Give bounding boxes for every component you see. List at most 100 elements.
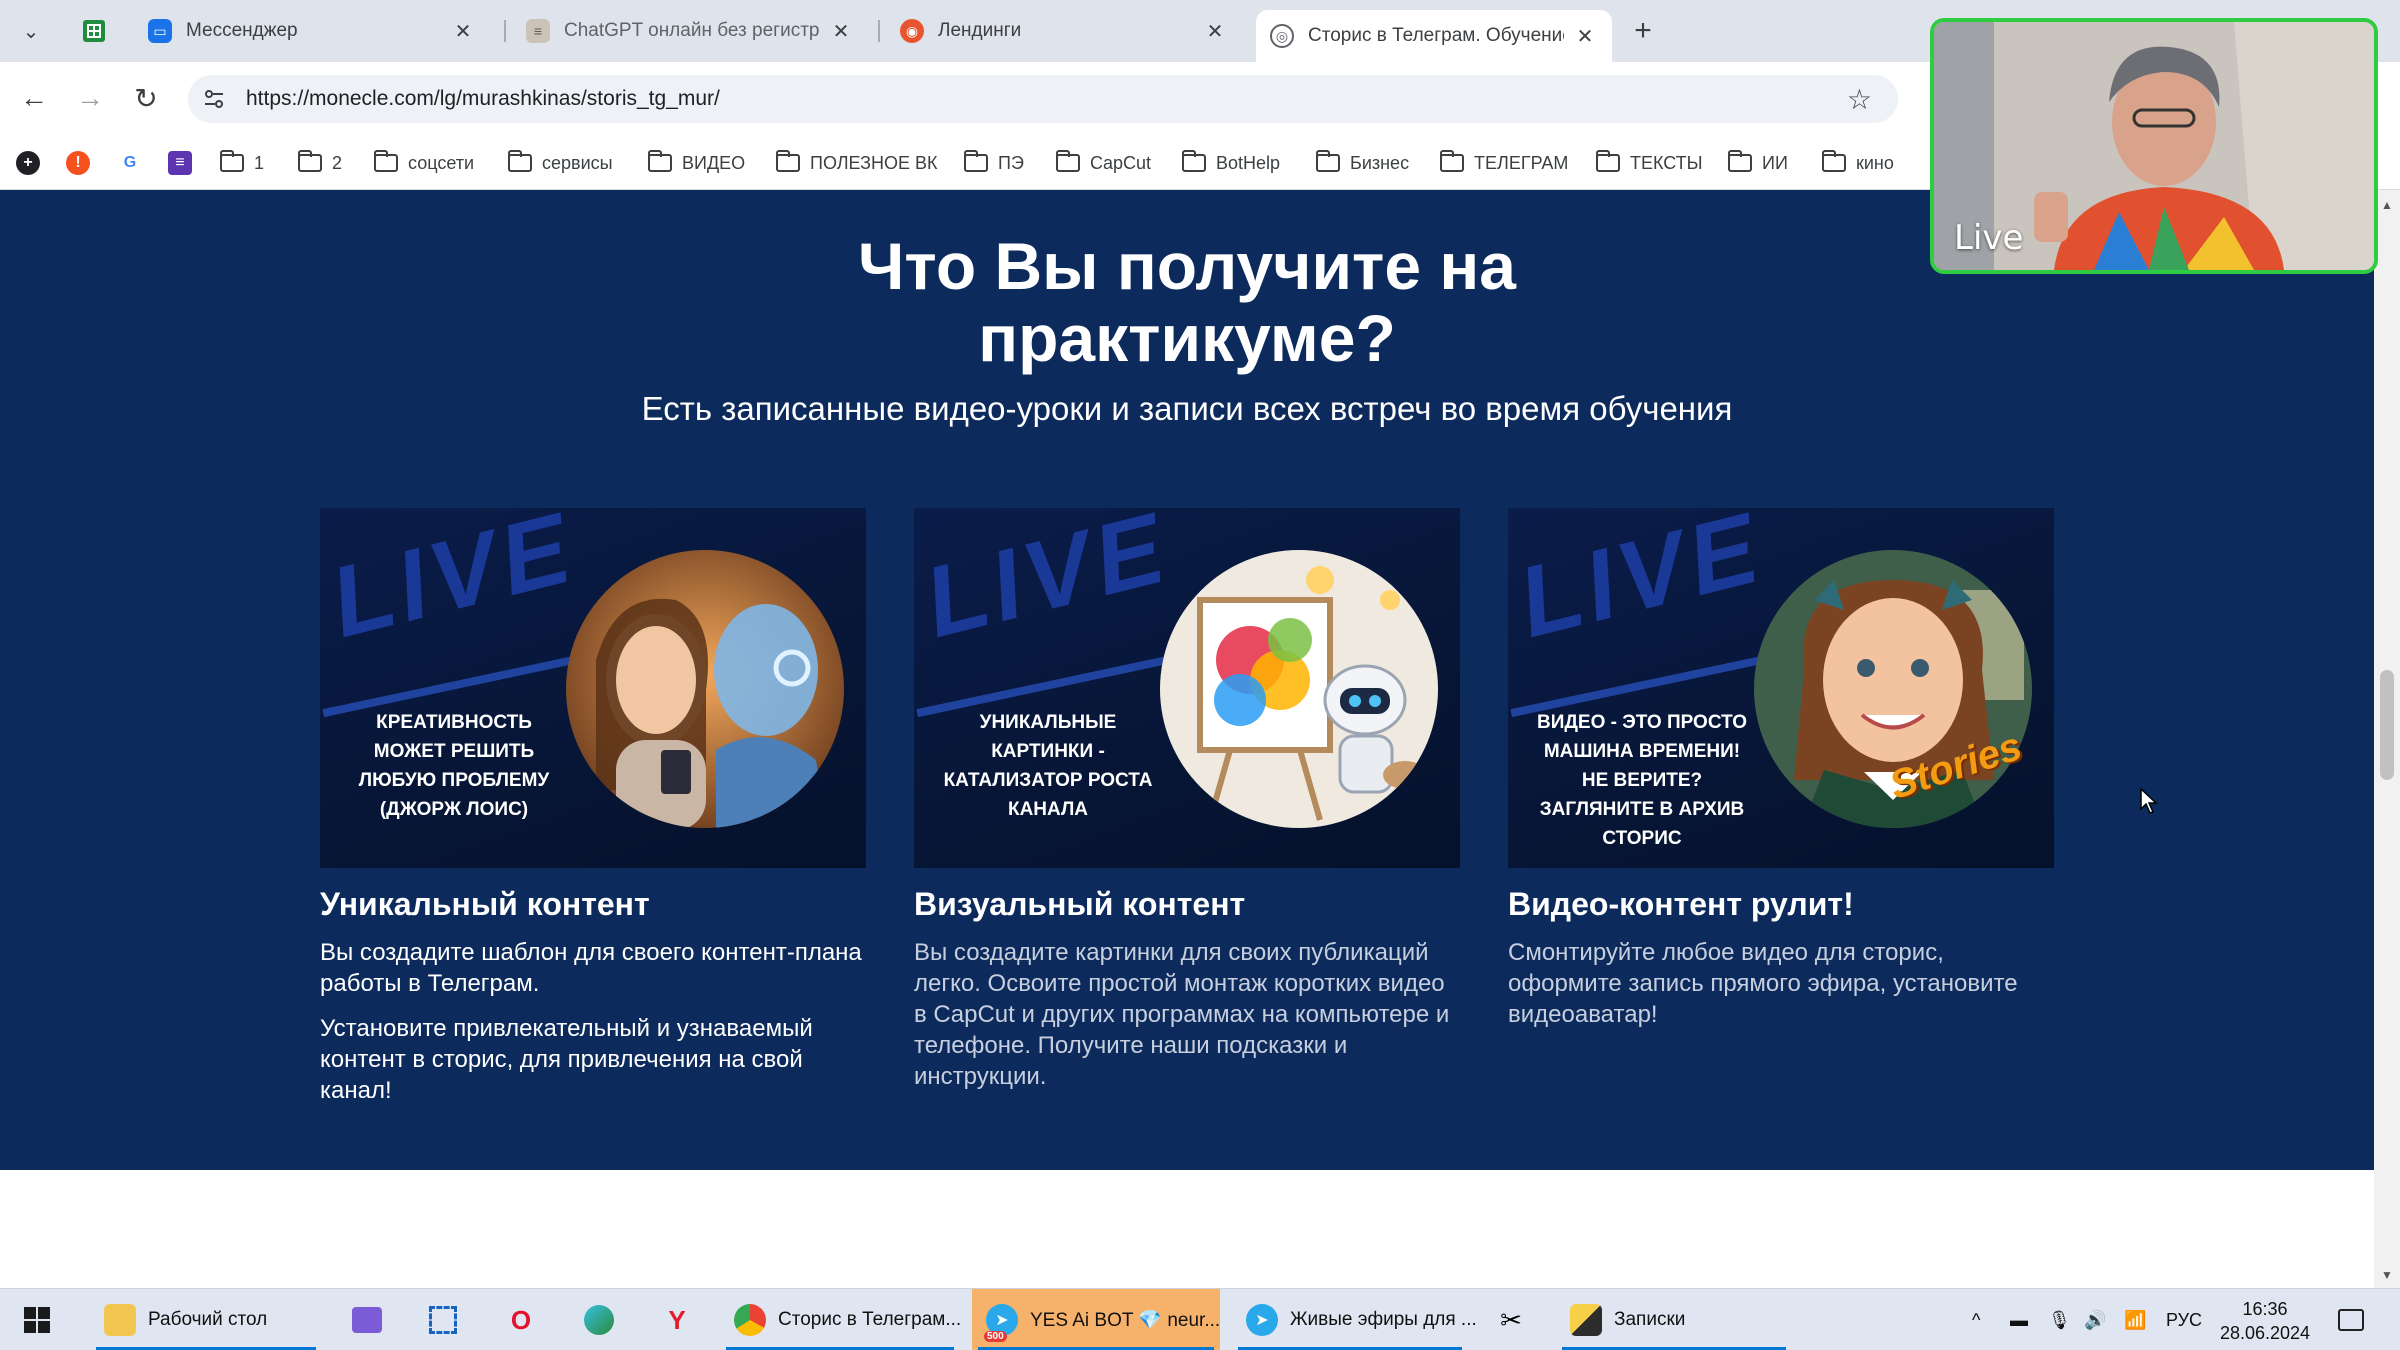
network-icon[interactable]: 📶: [2124, 1289, 2146, 1350]
tray-chevron-icon[interactable]: ^: [1972, 1289, 1980, 1350]
bookmark-folder-texts[interactable]: ТЕКСТЫ: [1596, 148, 1703, 178]
bookmark-alert-icon[interactable]: !: [66, 148, 90, 178]
battery-icon[interactable]: ▬: [2010, 1289, 2028, 1350]
bookmark-plus-icon[interactable]: +: [16, 148, 40, 178]
section-subheadline: Есть записанные видео-уроки и записи все…: [641, 390, 1733, 427]
bookmark-folder-business[interactable]: Бизнес: [1316, 148, 1409, 178]
tab-title: ChatGPT онлайн без регистра: [564, 20, 820, 41]
folder-icon: [964, 150, 988, 172]
reload-icon[interactable]: ↻: [126, 78, 166, 118]
page-scrollbar[interactable]: ▲ ▼: [2374, 190, 2400, 1288]
robot-painter-illustration: [1160, 550, 1438, 828]
tab-title: Лендинги: [938, 20, 1022, 41]
live-badge-text: LIVE: [1508, 508, 1775, 660]
card-image: LIVE Креативность может решить любую про…: [320, 508, 866, 868]
folder-icon: [298, 150, 322, 172]
folder-icon: [776, 150, 800, 172]
taskbar-telegram-window[interactable]: ➤ Живые эфиры для ...: [1232, 1289, 1477, 1350]
tab-close-icon[interactable]: ✕: [828, 18, 854, 44]
pinned-tab-sheets[interactable]: [74, 14, 114, 48]
snipping-tool-icon[interactable]: [424, 1301, 462, 1339]
yandex-browser-icon[interactable]: Y: [658, 1301, 696, 1339]
bookmark-folder-socials[interactable]: соцсети: [374, 148, 474, 178]
tab-divider: [504, 20, 506, 42]
clapperboard-icon[interactable]: [348, 1301, 386, 1339]
webcam-live-label: Live: [1954, 218, 2024, 258]
taskbar-clock[interactable]: 16:36 28.06.2024: [2200, 1297, 2330, 1345]
bookmark-folder-useful-vk[interactable]: ПОЛЕЗНОЕ ВК: [776, 148, 938, 178]
folder-icon: [1182, 150, 1206, 172]
card-title: Визуальный контент: [914, 886, 1246, 922]
bookmark-folder-cinema[interactable]: кино: [1822, 148, 1894, 178]
folder-icon: [1056, 150, 1080, 172]
bookmark-star-icon[interactable]: ☆: [1847, 83, 1872, 116]
tab-close-icon[interactable]: ✕: [450, 18, 476, 44]
folder-icon: [508, 150, 532, 172]
bookmark-folder-video[interactable]: ВИДЕО: [648, 148, 745, 178]
folder-icon: [374, 150, 398, 172]
taskbar-chrome-window[interactable]: Сторис в Телеграм...: [720, 1289, 961, 1350]
image-caption: Уникальные картинки - катализатор роста …: [943, 712, 1153, 820]
scroll-up-arrow-icon[interactable]: ▲: [2381, 198, 2393, 212]
card-title: Видео-контент рулит!: [1508, 886, 1854, 922]
folder-icon: [1822, 150, 1846, 172]
telegram-icon: ➤ 500: [984, 1304, 1018, 1342]
sheets-icon: [83, 20, 105, 42]
back-arrow-icon[interactable]: ←: [14, 78, 54, 118]
new-tab-button[interactable]: +: [1626, 14, 1660, 48]
benefit-card-visual-content: LIVE Уникальные картинки - катализатор р…: [914, 508, 1460, 1092]
opera-icon[interactable]: O: [502, 1301, 540, 1339]
chatgpt-favicon: ≡: [526, 19, 550, 43]
folder-icon: [1440, 150, 1464, 172]
card-text: Установите привлекательный и узнаваемый …: [320, 1015, 813, 1104]
tab-landings[interactable]: ◉ Лендинги ✕: [886, 10, 1242, 52]
live-badge-text: LIVE: [914, 508, 1181, 660]
tab-close-icon[interactable]: ✕: [1202, 18, 1228, 44]
bookmark-folder-ai[interactable]: ИИ: [1728, 148, 1788, 178]
forward-arrow-icon[interactable]: →: [70, 78, 110, 118]
scroll-down-arrow-icon[interactable]: ▼: [2381, 1268, 2393, 1282]
tab-stories-telegram[interactable]: ◎ Сторис в Телеграм. Обучение ✕: [1256, 10, 1612, 62]
tab-messenger[interactable]: ▭ Мессенджер ✕: [134, 10, 490, 52]
benefits-section: Что Вы получите на практикуме? Есть запи…: [0, 190, 2374, 1170]
tab-divider: [878, 20, 880, 42]
clock-date: 28.06.2024: [2219, 1323, 2311, 1343]
notifications-icon[interactable]: [2332, 1301, 2370, 1339]
edge-icon[interactable]: [580, 1301, 618, 1339]
bookmark-folder-1[interactable]: 1: [220, 148, 264, 178]
volume-icon[interactable]: 🔊: [2084, 1289, 2106, 1350]
microphone-icon[interactable]: 🎙: [2048, 1289, 2071, 1350]
image-caption: Креативность может решить любую проблему…: [358, 712, 550, 820]
bookmark-folder-telegram[interactable]: ТЕЛЕГРАМ: [1440, 148, 1568, 178]
bookmark-folder-services[interactable]: сервисы: [508, 148, 613, 178]
bookmark-folder-2[interactable]: 2: [298, 148, 342, 178]
tab-chatgpt[interactable]: ≡ ChatGPT онлайн без регистра ✕: [512, 10, 868, 52]
tab-close-icon[interactable]: ✕: [1572, 23, 1598, 49]
chrome-icon: [734, 1304, 766, 1336]
benefit-card-unique-content: LIVE Креативность может решить любую про…: [320, 508, 866, 1106]
monecle-favicon: ◎: [1270, 24, 1294, 48]
live-badge-text: LIVE: [320, 508, 587, 660]
folder-icon: [648, 150, 672, 172]
bookmark-folder-pe[interactable]: ПЭ: [964, 148, 1024, 178]
card-title: Уникальный контент: [320, 886, 650, 922]
site-settings-icon[interactable]: [202, 87, 226, 111]
bookmark-google-icon[interactable]: G: [118, 148, 142, 178]
taskbar-desktop[interactable]: Рабочий стол: [90, 1289, 322, 1350]
address-bar[interactable]: https://monecle.com/lg/murashkinas/stori…: [188, 75, 1898, 123]
bookmark-folder-capcut[interactable]: CapCut: [1056, 148, 1151, 178]
folder-icon: [1728, 150, 1752, 172]
tab-search-chevron-icon[interactable]: ⌄: [14, 14, 48, 48]
windows-start-icon[interactable]: [18, 1301, 56, 1339]
bookmark-list-icon[interactable]: ≡: [168, 148, 192, 178]
scrollbar-thumb[interactable]: [2380, 670, 2394, 780]
folder-icon: [220, 150, 244, 172]
bookmark-folder-bothelp[interactable]: BotHelp: [1182, 148, 1280, 178]
capcut-icon[interactable]: ✂: [1492, 1301, 1530, 1339]
folder-icon: [104, 1304, 136, 1336]
card-text: Вы создадите картинки для своих публикац…: [914, 939, 1450, 1090]
taskbar-bot-window[interactable]: ➤ 500 YES Ai BOT 💎 neur...: [972, 1289, 1220, 1350]
windows-taskbar: Рабочий стол O Y Сторис в Телеграм... ➤ 5…: [0, 1288, 2400, 1350]
language-indicator[interactable]: РУС: [2166, 1289, 2202, 1350]
taskbar-notes-window[interactable]: Записки: [1556, 1289, 1792, 1350]
